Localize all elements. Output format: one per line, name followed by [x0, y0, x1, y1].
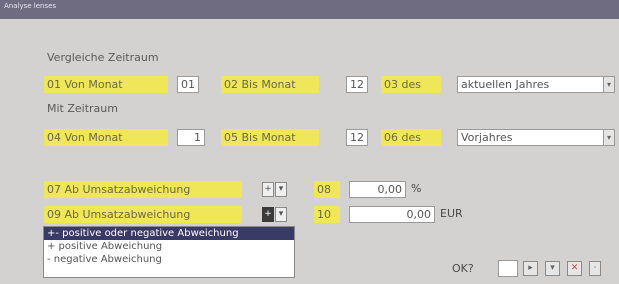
percent-unit: % [411, 182, 422, 195]
window-title: Analyse lenses [4, 2, 57, 10]
option-negative[interactable]: - negative Abweichung [44, 253, 294, 266]
sign-select-1[interactable]: + [262, 182, 274, 197]
field-des-label: 03 des [381, 76, 441, 93]
von-monat-input[interactable]: 01 [177, 76, 199, 93]
cancel-icon[interactable]: ✕ [567, 261, 582, 276]
bis-monat-input[interactable]: 12 [346, 76, 368, 93]
section-compare-label: Vergleiche Zeitraum [47, 51, 159, 64]
field-umsatzabweichung-2-label: 09 Ab Umsatzabweichung [44, 206, 242, 223]
sign-select-2[interactable]: + [262, 207, 274, 222]
field-von-monat-2-label: 04 Von Monat [44, 129, 168, 146]
amount-unit: EUR [440, 207, 463, 220]
next-arrow-icon[interactable]: ▸ [523, 261, 538, 276]
field-10-label: 10 [314, 206, 340, 223]
ok-input[interactable] [498, 260, 518, 277]
title-bar: Analyse lenses [0, 0, 619, 19]
chevron-down-icon[interactable]: ▾ [603, 77, 614, 92]
vorjahr-select[interactable]: Vorjahres ▾ [457, 129, 615, 146]
option-both[interactable]: +- positive oder negative Abweichung [44, 227, 294, 240]
chevron-down-icon[interactable]: ▾ [603, 130, 614, 145]
sign-dropdown-2-button[interactable]: ▾ [275, 207, 287, 222]
more-icon[interactable]: · [589, 261, 601, 276]
field-bis-monat-label: 02 Bis Monat [221, 76, 319, 93]
field-bis-monat-2-label: 05 Bis Monat [221, 129, 319, 146]
field-08-label: 08 [314, 181, 340, 198]
ok-label: OK? [452, 262, 474, 275]
field-von-monat-label: 01 Von Monat [44, 76, 168, 93]
field-des-2-label: 06 des [381, 129, 441, 146]
sign-dropdown-1-button[interactable]: ▾ [275, 182, 287, 197]
vorjahr-select-value: Vorjahres [461, 131, 513, 144]
amount-input[interactable]: 0,00 [349, 206, 435, 223]
percent-input[interactable]: 0,00 [349, 181, 406, 198]
field-umsatzabweichung-1-label: 07 Ab Umsatzabweichung [44, 181, 242, 198]
jahr-select[interactable]: aktuellen Jahres ▾ [457, 76, 615, 93]
section-with-label: Mit Zeitraum [47, 102, 118, 115]
option-positive[interactable]: + positive Abweichung [44, 240, 294, 253]
down-arrow-icon[interactable]: ▾ [545, 261, 560, 276]
bis-monat-2-input[interactable]: 12 [346, 129, 368, 146]
von-monat-2-input[interactable]: 1 [177, 129, 205, 146]
jahr-select-value: aktuellen Jahres [461, 78, 550, 91]
sign-dropdown-list[interactable]: +- positive oder negative Abweichung + p… [43, 226, 295, 278]
